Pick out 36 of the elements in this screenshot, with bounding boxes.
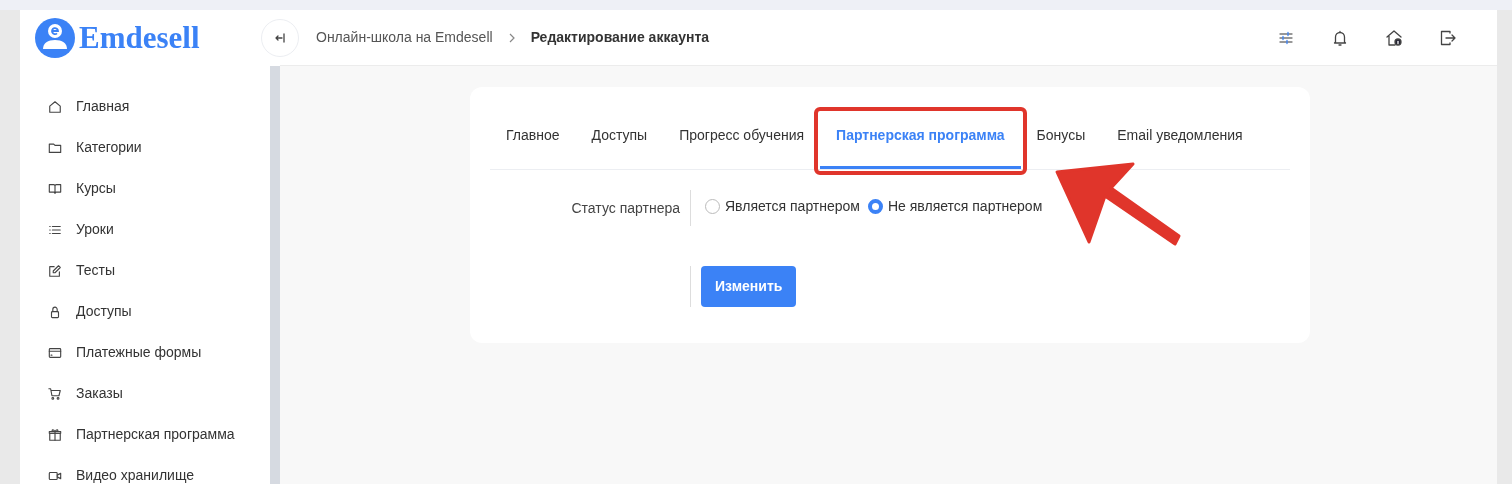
edit-icon bbox=[48, 263, 62, 278]
home-icon bbox=[48, 99, 62, 114]
sidebar-item[interactable]: Доступы bbox=[20, 291, 270, 332]
radio-option[interactable]: Не является партнером bbox=[868, 196, 1043, 217]
lock-icon bbox=[48, 304, 62, 319]
radio-option[interactable]: Является партнером bbox=[705, 196, 860, 217]
cart-icon bbox=[48, 386, 62, 401]
bell-icon[interactable] bbox=[1331, 28, 1349, 47]
sidebar-item[interactable]: Уроки bbox=[20, 209, 270, 250]
sidebar-item[interactable]: Курсы bbox=[20, 168, 270, 209]
book-icon bbox=[48, 181, 62, 196]
logo-text: Emdesell bbox=[79, 18, 200, 57]
sidebar-item[interactable]: Главная bbox=[20, 86, 270, 127]
tab[interactable]: Партнерская программа bbox=[820, 109, 1021, 169]
tab[interactable]: Email уведомления bbox=[1101, 109, 1259, 169]
tab[interactable]: Бонусы bbox=[1020, 109, 1102, 169]
breadcrumb-current: Редактирование аккаунта bbox=[530, 28, 710, 47]
tab[interactable]: Главное bbox=[490, 109, 576, 169]
sidebar-item[interactable]: Тесты bbox=[20, 250, 270, 291]
gift-icon bbox=[48, 427, 62, 442]
sidebar-item[interactable]: Заказы bbox=[20, 373, 270, 414]
sidebar-item[interactable]: Категории bbox=[20, 127, 270, 168]
sidebar-item[interactable]: Партнерская программа bbox=[20, 414, 270, 455]
logo-icon bbox=[35, 18, 75, 58]
folder-icon bbox=[48, 140, 62, 155]
breadcrumb-link[interactable]: Онлайн-школа на Emdesell bbox=[316, 27, 493, 48]
field-label: Статус партнера bbox=[571, 200, 680, 216]
sidebar-item[interactable]: Видео хранилище bbox=[20, 455, 270, 484]
scrollbar[interactable] bbox=[270, 66, 280, 484]
logout-icon[interactable] bbox=[1439, 28, 1457, 47]
submit-button[interactable]: Изменить bbox=[701, 266, 797, 307]
card-icon bbox=[48, 345, 62, 360]
tab[interactable]: Прогресс обучения bbox=[663, 109, 821, 169]
sidebar-item[interactable]: Платежные формы bbox=[20, 332, 270, 373]
home-info-icon[interactable] bbox=[1385, 28, 1403, 47]
tab[interactable]: Доступы bbox=[575, 109, 664, 169]
